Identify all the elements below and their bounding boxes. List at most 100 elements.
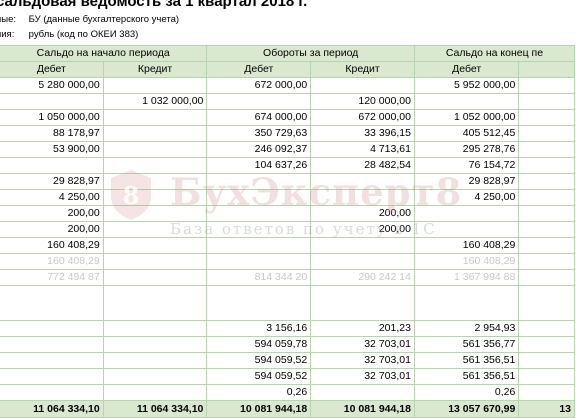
table-cell: 32 703,01 (310, 336, 415, 353)
table-cell: 350 729,63 (206, 125, 312, 142)
header-credit: Кредит (310, 61, 415, 78)
table-row: 4 250,00 4 250,00 (0, 189, 575, 206)
table-cell (102, 352, 208, 369)
table-cell (102, 368, 208, 385)
table-cell: 200,00 (0, 221, 104, 238)
table-cell: 120 000,00 (310, 93, 415, 110)
table-cell: 561 356,77 (413, 336, 520, 353)
table-cell: 405 512,45 (413, 125, 520, 142)
table-cell: 4 713,61 (310, 141, 415, 158)
table-cell (310, 253, 415, 270)
table-cell (413, 285, 520, 321)
table-cell (310, 77, 415, 94)
table-row: 0,26 0,26 (0, 384, 575, 401)
table-cell: 4 250,00 (413, 189, 520, 206)
table-cell (102, 221, 208, 238)
header-sub-row: Дебет Кредит Дебет Кредит Дебет (0, 61, 575, 78)
table-row: 1 050 000,00 674 000,00 672 000,00 1 052 00… (0, 109, 575, 126)
table-row: 200,00 200,00 (0, 221, 575, 238)
table-cell: 5 952 000,00 (413, 77, 520, 94)
table-row: 104 637,26 28 482,54 76 154,72 (0, 157, 575, 174)
meta-data-source: ные: БУ (данные бухгалтерского учета) (0, 14, 179, 25)
table-cell (518, 109, 575, 126)
table-cell (0, 352, 104, 369)
report-title: сальдовая ведомость за 1 квартал 2018 г. (0, 0, 308, 10)
table-cell (518, 93, 575, 110)
header-opening-balance: Сальдо на начало периода (0, 45, 208, 62)
table-cell: 160 408,29 (0, 253, 104, 270)
table-cell (206, 237, 312, 254)
table-cell (518, 384, 575, 401)
table-cell (102, 320, 208, 337)
table-cell: 3 156,16 (206, 320, 312, 337)
table-cell: 160 408,29 (0, 237, 104, 254)
table-cell: 13 057 670,99 (413, 400, 520, 418)
table-cell (0, 320, 104, 337)
table-cell (102, 237, 208, 254)
table-cell (518, 336, 575, 353)
table-cell (102, 285, 208, 321)
table-cell: 4 250,00 (0, 189, 104, 206)
table-cell (518, 221, 575, 238)
table-cell: 1 032 000,00 (102, 93, 208, 110)
table-cell (518, 173, 575, 190)
table-cell: 672 000,00 (206, 77, 312, 94)
table-cell (518, 157, 575, 174)
table-row: 594 059,52 32 703,01 561 356,51 (0, 368, 575, 385)
table-row-faded: 772 494 87 814 344 20 290 242 14 1 367 994 … (0, 269, 575, 286)
table-cell: 814 344 20 (206, 269, 312, 286)
table-cell: 5 280 000,00 (0, 77, 104, 94)
table-cell (102, 157, 208, 174)
table-cell (102, 125, 208, 142)
table-row-spacer (0, 285, 575, 321)
table-row-faded: 160 408,29 160 408,29 (0, 253, 575, 270)
table-cell (0, 336, 104, 353)
totals-row: 11 064 334,10 11 064 334,10 10 081 944,18 1… (0, 400, 575, 418)
table-cell (518, 320, 575, 337)
table-cell (206, 285, 312, 321)
table-cell (0, 93, 104, 110)
table-cell: 160 408,29 (413, 253, 520, 270)
balance-sheet-table: Сальдо на начало периода Обороты за пери… (0, 45, 576, 418)
table-cell: 32 703,01 (310, 368, 415, 385)
table-cell: 0,26 (206, 384, 312, 401)
table-cell: 0,26 (413, 384, 520, 401)
table-cell: 88 178,97 (0, 125, 104, 142)
header-turnover: Обороты за период (206, 45, 415, 62)
table-cell (518, 285, 575, 321)
table-cell: 594 059,52 (206, 352, 312, 369)
table-cell: 29 828,97 (413, 173, 520, 190)
meta-data-source-key: ные: (0, 14, 16, 25)
table-cell (310, 384, 415, 401)
table-cell (102, 205, 208, 222)
table-cell (0, 285, 104, 321)
table-row: 160 408,29 160 408,29 (0, 237, 575, 254)
table-cell: 594 059,52 (206, 368, 312, 385)
table-cell (518, 77, 575, 94)
table-cell (518, 205, 575, 222)
table-cell (102, 109, 208, 126)
table-cell (310, 189, 415, 206)
table-cell (0, 157, 104, 174)
table-cell: 200,00 (310, 205, 415, 222)
meta-data-source-value: БУ (данные бухгалтерского учета) (28, 14, 180, 25)
table-cell: 2 954,93 (413, 320, 520, 337)
table-cell (102, 173, 208, 190)
table-cell (206, 189, 312, 206)
table-cell (206, 253, 312, 270)
table-cell (102, 336, 208, 353)
header-credit (518, 61, 575, 78)
table-row: 200,00 200,00 (0, 205, 575, 222)
header-group-row: Сальдо на начало периода Обороты за пери… (0, 45, 576, 62)
table-cell (102, 384, 208, 401)
meta-units-value: рубль (код по ОКЕИ 383) (28, 29, 139, 40)
table-cell: 13 (518, 400, 575, 418)
table-cell: 11 064 334,10 (0, 400, 104, 418)
header-credit: Кредит (102, 61, 208, 78)
meta-units-key: ния: (0, 29, 15, 40)
table-cell: 32 703,01 (310, 352, 415, 369)
table-row: 1 032 000,00 120 000,00 (0, 93, 575, 110)
table-cell (102, 77, 208, 94)
table-cell: 561 356,51 (413, 352, 520, 369)
table-cell (102, 253, 208, 270)
